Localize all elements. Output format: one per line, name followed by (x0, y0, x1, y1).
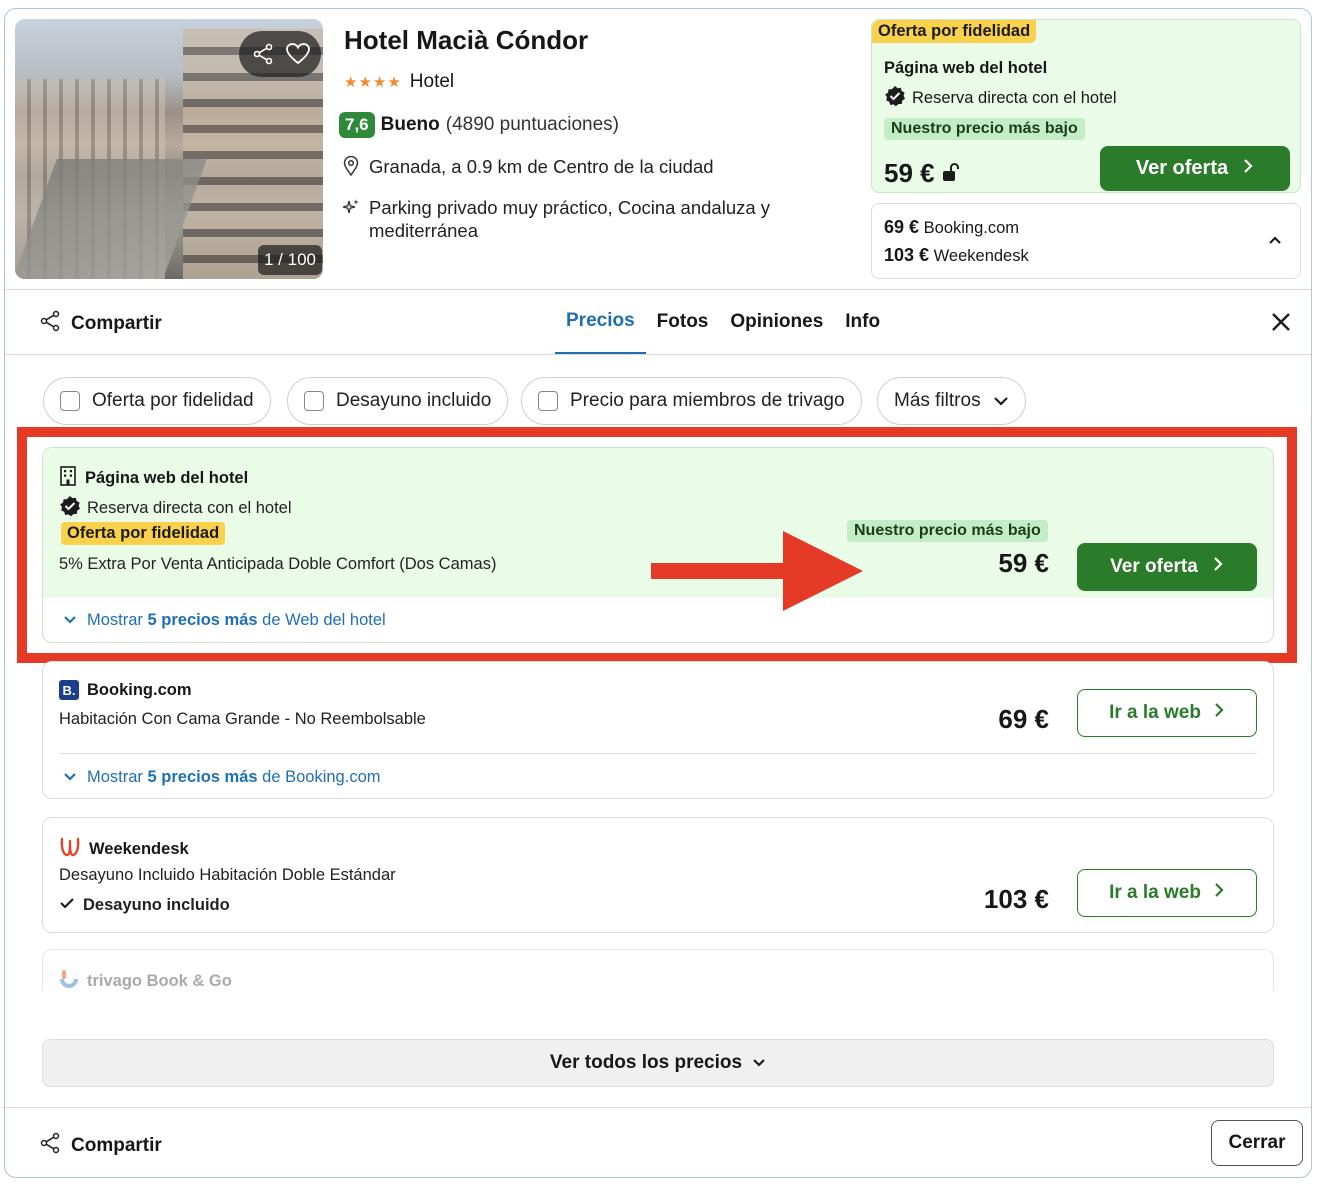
chevron-right-icon (1213, 882, 1225, 904)
photo-actions (239, 31, 321, 77)
loyalty-tag: Oferta por fidelidad (872, 20, 1037, 43)
tab-precios[interactable]: Precios (555, 290, 646, 354)
verified-badge-icon (884, 85, 906, 112)
offer-provider: B. Booking.com (59, 680, 192, 700)
heart-icon[interactable] (283, 39, 313, 69)
rating-label: Bueno (380, 114, 440, 135)
more-filters-button[interactable]: Más filtros (877, 377, 1026, 425)
hotel-name: Hotel Macià Cóndor (344, 25, 589, 55)
view-offer-button[interactable]: Ver oferta (1100, 146, 1290, 191)
direct-booking: Reserva directa con el hotel (884, 85, 1117, 112)
sparkle-icon (341, 196, 361, 218)
close-button[interactable]: Cerrar (1211, 1120, 1303, 1166)
annotation-arrow-icon (651, 531, 863, 611)
chevron-right-icon (1213, 702, 1225, 724)
location-pin-icon (341, 155, 361, 177)
share-icon (39, 1132, 61, 1160)
alt-price-row: 103 € Weekendesk (884, 245, 1029, 265)
offer-price: 69 € (998, 704, 1049, 734)
detail-navbar: Compartir Precios Fotos Opiniones Info (5, 289, 1311, 355)
weekendesk-logo-icon (59, 836, 81, 863)
view-all-prices-button[interactable]: Ver todos los precios (42, 1039, 1274, 1087)
tab-opiniones[interactable]: Opiniones (719, 290, 834, 354)
guest-rating[interactable]: 7,6 Bueno (4890 puntuaciones) (339, 112, 619, 138)
unlock-icon (941, 158, 961, 189)
offer-provider: Weekendesk (59, 836, 189, 863)
top-offer-price: 59 € (884, 158, 961, 189)
checkbox[interactable] (304, 391, 324, 411)
checkbox[interactable] (538, 391, 558, 411)
booking-logo-icon: B. (59, 680, 79, 700)
tab-fotos[interactable]: Fotos (646, 290, 720, 354)
chevron-down-icon (993, 390, 1009, 412)
go-to-website-button[interactable]: Ir a la web (1077, 689, 1257, 737)
highlights-text: Parking privado muy práctico, Cocina and… (369, 197, 771, 241)
hotel-detail-card: 1 / 100 Hotel Macià Cóndor ★★★★ Hotel 7,… (4, 8, 1312, 1178)
offer-booking[interactable]: B. Booking.com Habitación Con Cama Grand… (42, 661, 1274, 799)
lowest-price-tag: Nuestro precio más bajo (884, 118, 1085, 140)
checkbox[interactable] (60, 391, 80, 411)
photo-counter: 1 / 100 (258, 245, 322, 275)
star-rating: ★★★★ (344, 74, 402, 91)
hotel-highlights: Parking privado muy práctico, Cocina and… (341, 196, 770, 242)
rating-count: (4890 puntuaciones) (445, 114, 619, 135)
filter-loyalty[interactable]: Oferta por fidelidad (43, 377, 271, 425)
tab-info[interactable]: Info (834, 290, 891, 354)
hotel-type: Hotel (409, 71, 455, 92)
hotel-photo[interactable]: 1 / 100 (15, 19, 323, 279)
footer: Compartir Cerrar (5, 1107, 1311, 1177)
hotel-category: ★★★★ Hotel (344, 71, 454, 93)
chevron-up-icon[interactable] (1268, 232, 1282, 250)
chevron-down-icon (752, 1052, 766, 1074)
offer-source: Página web del hotel (884, 59, 1048, 77)
share-button[interactable]: Compartir (39, 310, 162, 338)
chevron-right-icon (1242, 157, 1254, 180)
go-to-website-button[interactable]: Ir a la web (1077, 869, 1257, 917)
show-more-prices-link[interactable]: Mostrar 5 precios más de Booking.com (63, 768, 381, 787)
top-offer[interactable]: Oferta por fidelidad Página web del hote… (871, 19, 1301, 193)
scroll-fade (35, 991, 1285, 1031)
divider (59, 753, 1257, 754)
room-description: Habitación Con Cama Grande - No Reembols… (59, 710, 426, 728)
chevron-down-icon (63, 768, 77, 787)
alt-price-row: 69 € Booking.com (884, 217, 1020, 237)
filter-member-price[interactable]: Precio para miembros de trivago (521, 377, 862, 425)
share-icon (39, 310, 61, 338)
hotel-location: Granada, a 0.9 km de Centro de la ciudad (341, 155, 714, 178)
location-text: Granada, a 0.9 km de Centro de la ciudad (369, 156, 714, 177)
tabs: Precios Fotos Opiniones Info (555, 290, 891, 354)
share-icon[interactable] (248, 39, 278, 69)
rating-badge: 7,6 (339, 112, 375, 138)
offer-price: 103 € (983, 884, 1049, 914)
offer-weekendesk[interactable]: Weekendesk Desayuno Incluido Habitación … (42, 817, 1274, 933)
share-button[interactable]: Compartir (39, 1132, 162, 1160)
close-icon[interactable] (1269, 310, 1293, 334)
amenity-breakfast: Desayuno incluido (59, 896, 230, 915)
filter-breakfast[interactable]: Desayuno incluido (287, 377, 509, 425)
room-description: Desayuno Incluido Habitación Doble Están… (59, 866, 396, 884)
check-icon (59, 896, 75, 915)
alternative-prices[interactable]: 69 € Booking.com 103 € Weekendesk (871, 203, 1301, 279)
